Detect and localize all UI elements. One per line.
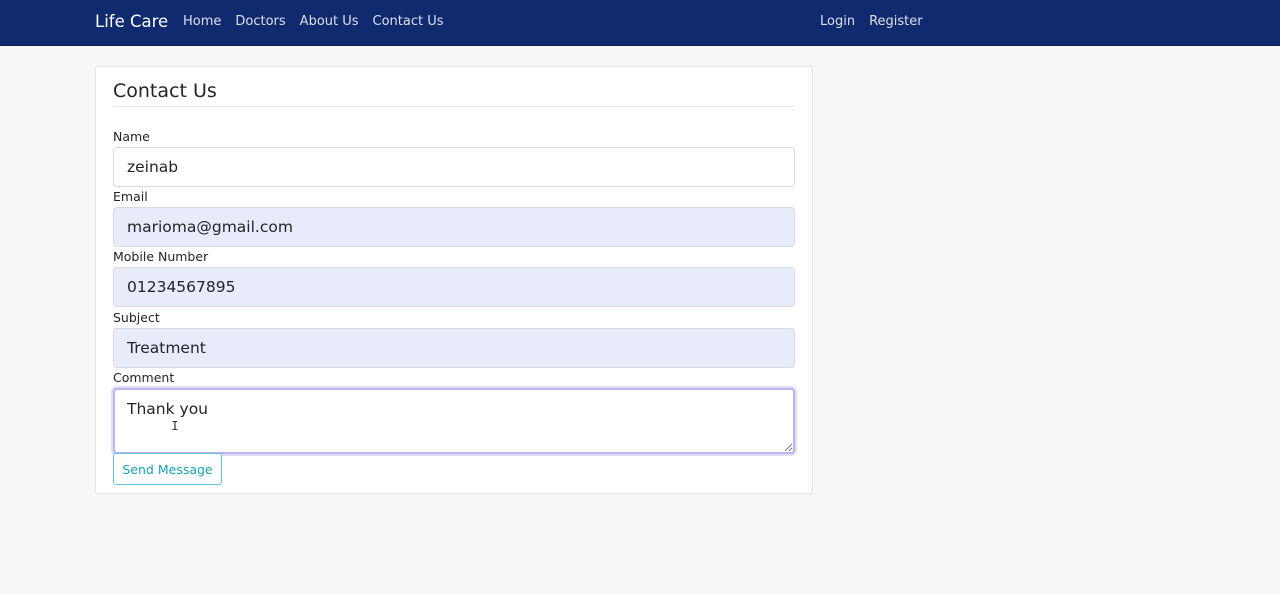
subject-input[interactable] [113, 328, 795, 368]
nav-link-home[interactable]: Home [183, 13, 221, 31]
nav-link-about-us[interactable]: About Us [300, 13, 359, 31]
nav-links: Home Doctors About Us Contact Us [183, 13, 458, 31]
mobile-input[interactable] [113, 267, 795, 307]
nav-link-login[interactable]: Login [820, 13, 855, 31]
nav-link-doctors[interactable]: Doctors [235, 13, 285, 31]
email-label: Email [113, 189, 148, 204]
email-input[interactable] [113, 207, 795, 247]
nav-auth-links: Login Register [820, 13, 937, 31]
comment-label: Comment [113, 370, 175, 385]
nav-link-register[interactable]: Register [869, 13, 923, 31]
subject-label: Subject [113, 310, 160, 325]
nav-link-contact-us[interactable]: Contact Us [373, 13, 444, 31]
brand-link[interactable]: Life Care [95, 11, 168, 33]
title-divider [113, 106, 795, 107]
send-message-button[interactable]: Send Message [113, 453, 222, 485]
text-cursor-icon: I [171, 419, 179, 433]
mobile-label: Mobile Number [113, 249, 209, 264]
name-input[interactable] [113, 147, 795, 187]
name-label: Name [113, 129, 150, 144]
page-title: Contact Us [113, 80, 217, 102]
comment-textarea[interactable]: Thank you [113, 388, 795, 454]
navbar: Life Care Home Doctors About Us Contact … [0, 0, 1280, 46]
contact-card: Contact Us Name Email Mobile Number Subj… [95, 66, 813, 494]
